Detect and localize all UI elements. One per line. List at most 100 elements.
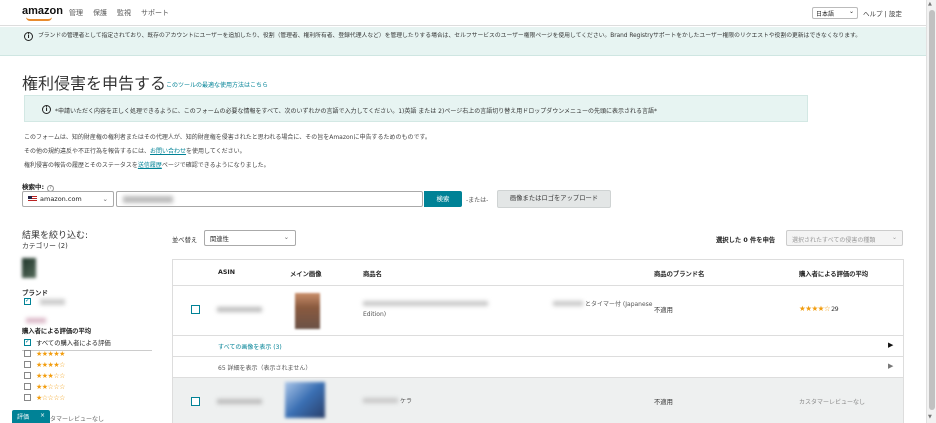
selected-number: 0 [743,237,748,244]
rating-checkbox[interactable] [24,350,31,357]
rating-checkbox[interactable] [24,361,31,368]
description-text: 権利侵害の報告の履歴とそのステータスを [24,162,138,169]
stars: ★★★★☆ [799,304,831,313]
table-row[interactable]: とタイマー付 (Japanese Edition) 不適用 ★★★★☆29 [173,287,903,335]
selected-prefix: 選択した [716,237,742,244]
nav-monitor[interactable]: 監視 [117,8,131,18]
product-name-text: とタイマー付 (Japanese [585,301,653,308]
rating-option-3[interactable]: ★★★☆☆ [24,370,111,381]
info-icon: i [42,105,51,114]
search-button[interactable]: 検索 [424,191,462,207]
col-main-image: メイン画像 [290,271,322,278]
expand-arrow-icon[interactable]: ▶ [888,341,893,349]
product-image[interactable] [285,382,325,418]
sort-select[interactable]: 関連性 ⌄ [204,230,296,246]
rating-checkbox[interactable] [24,394,31,401]
expand-arrow-icon[interactable]: ▶ [888,362,893,370]
brand-checkbox[interactable] [24,297,31,305]
chevron-down-icon: ⌄ [102,195,108,203]
category-label: カテゴリー (2) [22,242,68,250]
description-text: その他の規約違反や不正行為を報告するには、 [24,148,151,155]
page-title: 権利侵害を申告する [22,74,167,93]
product-name-text: Edition) [363,311,387,318]
language-select[interactable]: 日本語 ⌄ [812,7,858,19]
amazon-logo[interactable]: amazon [22,5,63,21]
marketplace-value: amazon.com [40,195,82,203]
search-input[interactable] [116,191,423,207]
selected-count: 選択した 0 件を申告 [716,235,775,244]
rating-filter-title: 購入者による評価の平均 [22,328,92,335]
product-image[interactable] [295,293,320,329]
page-scrollbar[interactable]: ▲ ▼ [926,0,936,423]
table-row[interactable]: ケラ 不適用 カスタマーレビューなし [173,377,903,423]
col-product-name: 商品名 [363,271,382,278]
us-flag-icon [28,196,37,202]
star-rating-icon: ★★★★☆ [36,360,65,369]
language-value: 日本語 [816,11,835,18]
rating-option-1[interactable]: ★☆☆☆☆ [24,392,111,403]
product-name-text: ケラ [400,398,413,405]
rating-option-label: すべての購入者による評価 [36,340,111,347]
upload-image-button[interactable]: 画像またはロゴをアップロード [497,190,611,208]
chevron-down-icon: ⌄ [891,234,897,241]
brand-value: 不適用 [654,307,673,314]
or-separator: -または- [466,197,489,204]
rating-option-5[interactable]: ★★★★★ [24,348,111,359]
rating-value: カスタマーレビューなし [799,399,866,406]
row-checkbox[interactable] [191,397,200,406]
rating-option-2[interactable]: ★★☆☆☆ [24,381,111,392]
nav-support[interactable]: サポート [141,8,169,18]
submission-history-link[interactable]: 送信履歴 [138,162,162,169]
chevron-down-icon: ⌄ [848,8,854,15]
star-rating-icon: ★★★★★ [36,349,65,358]
col-brand: 商品のブランド名 [654,271,705,278]
contact-link[interactable]: お問い合わせ [150,148,186,155]
row-checkbox[interactable] [191,305,200,314]
description-text: ページで確認できるようになりました。 [161,162,270,169]
info-icon: i [24,32,33,41]
usage-guide-link[interactable]: このツールの最適な使用方法はこちら [166,80,268,89]
rating-checkbox[interactable] [24,383,31,390]
info-banner: i ブランドの管理者として指定されており、既存のアカウントにユーザーを追加したり… [0,27,926,56]
results-table: ASIN メイン画像 商品名 商品のブランド名 購入者による評価の平均 とタイマ… [172,259,904,423]
details-row[interactable]: 65 詳細を表示（表示されません） ▶ [173,356,903,377]
details-text: 65 詳細を表示（表示されません） [218,365,312,372]
report-type-value: 選択されたすべての侵害の種類 [792,237,876,244]
rating-count: 29 [831,306,839,313]
redacted-asin [217,307,262,312]
rating-filter-list: すべての購入者による評価 ★★★★★ ★★★★☆ ★★★☆☆ ★★☆☆☆ ★☆☆… [24,337,111,403]
redacted-product-name [363,398,398,403]
chevron-down-icon: ⌄ [283,234,289,241]
marketplace-select[interactable]: amazon.com ⌄ [22,191,114,207]
feedback-tab[interactable]: 評価 × [12,410,50,423]
scroll-up-icon[interactable]: ▲ [928,1,932,7]
view-images-row[interactable]: すべての画像を表示 (3) ▶ [173,335,903,355]
redacted-product-name [553,301,583,306]
description-line-3: 権利侵害の報告の履歴とそのステータスを送信履歴ページで確認できるようになりました… [24,160,270,169]
redacted-brand [40,299,65,305]
report-type-select[interactable]: 選択されたすべての侵害の種類 ⌄ [786,230,903,246]
rating-checkbox[interactable] [24,372,31,379]
sort-label: 並べ替え [172,237,198,244]
logo-text: amazon [22,5,63,17]
nav-protect[interactable]: 保護 [93,8,107,18]
nav-manage[interactable]: 管理 [69,8,83,18]
redacted-item [26,318,46,323]
category-thumbnail[interactable] [22,258,36,278]
col-asin: ASIN [218,269,236,276]
top-nav: 管理 保護 監視 サポート [69,8,169,18]
scroll-down-icon[interactable]: ▼ [928,414,932,420]
view-all-images-link[interactable]: すべての画像を表示 (3) [218,342,282,351]
help-settings-links[interactable]: ヘルプ | 設定 [863,8,902,18]
star-rating-icon: ★★☆☆☆ [36,382,65,391]
scroll-thumb[interactable] [929,10,935,410]
selected-suffix: 件を申告 [749,237,776,244]
star-rating-icon: ★☆☆☆☆ [36,393,65,402]
star-rating-icon: ★★★☆☆ [36,371,65,380]
star-rating-icon: ★★★★☆29 [799,304,839,313]
rating-checkbox[interactable] [24,338,31,346]
rating-option-all[interactable]: すべての購入者による評価 [24,337,111,348]
close-icon[interactable]: × [40,412,45,419]
logo-smile [26,17,52,21]
rating-option-4[interactable]: ★★★★☆ [24,359,111,370]
